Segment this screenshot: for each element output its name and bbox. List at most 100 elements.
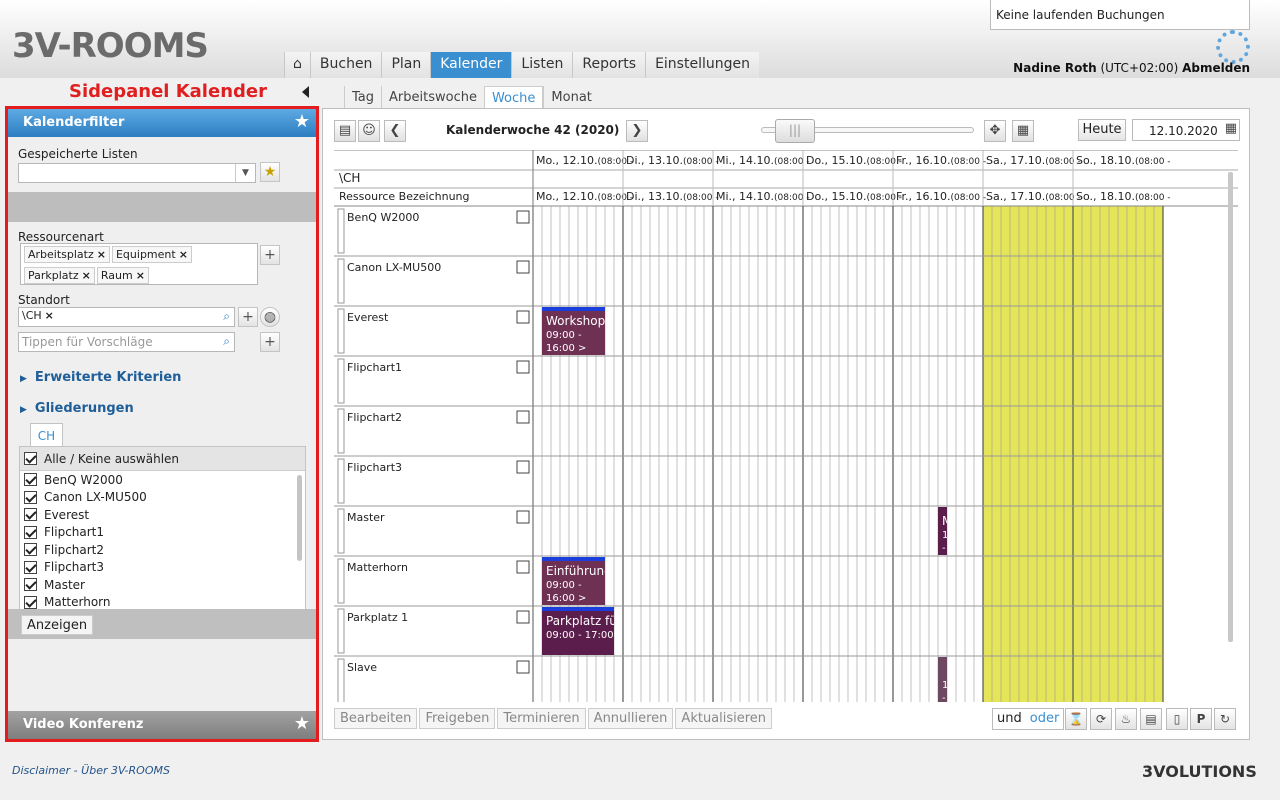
add-location-button[interactable]: + xyxy=(238,307,258,327)
groupings-toggle[interactable]: ▶ Gliederungen xyxy=(20,401,134,416)
save-list-icon[interactable]: ★ xyxy=(260,162,280,182)
list-item-checkbox[interactable] xyxy=(24,473,37,487)
nav-einstellungen[interactable]: Einstellungen xyxy=(645,52,759,78)
saved-lists-select[interactable]: ▼ xyxy=(18,163,256,183)
advanced-criteria-toggle[interactable]: ▶ Erweiterte Kriterien xyxy=(20,370,181,385)
tab-arbeitswoche[interactable]: Arbeitswoche xyxy=(381,86,484,108)
resource-label[interactable]: Parkplatz 1 xyxy=(347,611,408,624)
remove-tag-icon[interactable]: × xyxy=(82,269,91,282)
list-item-checkbox[interactable] xyxy=(24,490,37,504)
terminieren-button[interactable]: Terminieren xyxy=(497,708,586,729)
list-item-checkbox[interactable] xyxy=(24,595,37,609)
or-option[interactable]: oder xyxy=(1026,709,1064,729)
nav-listen[interactable]: Listen xyxy=(511,52,573,78)
list-item[interactable]: Flipchart3 xyxy=(20,559,305,577)
remove-tag-icon[interactable]: × xyxy=(97,248,106,261)
filter-panel-header[interactable]: Kalenderfilter ★ xyxy=(8,109,316,137)
resource-type-tags[interactable]: Arbeitsplatz × Equipment ×Parkplatz × Raum × xyxy=(20,243,258,285)
book-icon[interactable]: ▤ xyxy=(1140,708,1162,730)
resource-label[interactable]: Everest xyxy=(347,311,389,324)
search-icon[interactable]: ⌕ xyxy=(223,334,230,349)
remove-tag-icon[interactable]: × xyxy=(136,269,145,282)
chevron-down-icon[interactable]: ▼ xyxy=(235,164,255,182)
video-panel-header[interactable]: Video Konferenz ★ xyxy=(8,711,316,739)
aktualisieren-button[interactable]: Aktualisieren xyxy=(675,708,773,729)
list-item[interactable]: BenQ W2000 xyxy=(20,471,305,489)
logic-toggle[interactable]: und oder xyxy=(992,708,1065,730)
list-item-checkbox[interactable] xyxy=(24,560,37,574)
list-item-checkbox[interactable] xyxy=(24,578,37,592)
resource-checkbox[interactable] xyxy=(516,610,530,624)
catering-icon[interactable]: ♨ xyxy=(1115,708,1137,730)
date-input[interactable]: 12.10.2020 ▦ xyxy=(1132,119,1240,141)
disclaimer-link[interactable]: Disclaimer xyxy=(12,764,70,777)
resource-label[interactable]: Flipchart3 xyxy=(347,461,402,474)
select-all-row[interactable]: Alle / Keine auswählen xyxy=(20,447,305,471)
about-link[interactable]: Über 3V-ROOMS xyxy=(81,764,170,777)
resource-checkbox[interactable] xyxy=(516,660,530,674)
home-icon[interactable]: ⌂ xyxy=(284,52,310,78)
list-item-checkbox[interactable] xyxy=(24,525,37,539)
tab-tag[interactable]: Tag xyxy=(344,86,381,108)
nav-buchen[interactable]: Buchen xyxy=(309,52,382,78)
app-logo[interactable]: 3V-ROOMS xyxy=(12,26,209,66)
annullieren-button[interactable]: Annullieren xyxy=(587,708,674,729)
list-item-checkbox[interactable] xyxy=(24,508,37,522)
resource-checkbox[interactable] xyxy=(516,360,530,374)
zoom-slider-thumb[interactable]: ||| xyxy=(775,119,815,143)
tab-monat[interactable]: Monat xyxy=(543,86,598,108)
resource-checkbox[interactable] xyxy=(516,210,530,224)
remove-tag-icon[interactable]: × xyxy=(179,248,188,261)
list-item-checkbox[interactable] xyxy=(24,543,37,557)
resource-label[interactable]: Flipchart1 xyxy=(347,361,402,374)
prev-week-icon[interactable]: ❮ xyxy=(384,120,406,142)
select-all-checkbox[interactable] xyxy=(24,452,37,465)
sync-icon[interactable]: ⟳ xyxy=(1090,708,1112,730)
hourglass-icon[interactable]: ⌛ xyxy=(1065,708,1087,730)
search-icon[interactable]: ⌕ xyxy=(223,309,230,324)
calendar-picker-icon[interactable]: ▦ xyxy=(1225,121,1237,136)
nav-reports[interactable]: Reports xyxy=(572,52,646,78)
collapse-arrow-icon[interactable] xyxy=(302,86,309,98)
resource-label[interactable]: Matterhorn xyxy=(347,561,408,574)
parking-icon[interactable]: P xyxy=(1190,708,1212,730)
tab-woche[interactable]: Woche xyxy=(483,86,544,108)
show-button[interactable]: Anzeigen xyxy=(21,615,94,635)
add-resource-type-button[interactable]: + xyxy=(260,245,280,265)
resource-label[interactable]: Slave xyxy=(347,661,377,674)
next-week-icon[interactable]: ❯ xyxy=(626,120,648,142)
resource-checkbox[interactable] xyxy=(516,510,530,524)
calendar-layout-icon[interactable]: ▦ xyxy=(1012,120,1034,142)
tab-ch[interactable]: CH xyxy=(30,423,63,447)
add-suggestion-button[interactable]: + xyxy=(260,332,280,352)
list-scrollbar[interactable] xyxy=(297,475,302,561)
resource-label[interactable]: BenQ W2000 xyxy=(347,211,419,224)
list-item[interactable]: Master xyxy=(20,576,305,594)
list-item[interactable]: Everest xyxy=(20,506,305,524)
freigeben-button[interactable]: Freigeben xyxy=(419,708,496,729)
refresh-icon[interactable]: ↻ xyxy=(1214,708,1236,730)
favorite-star-icon[interactable]: ★ xyxy=(294,113,310,131)
bearbeiten-button[interactable]: Bearbeiten xyxy=(334,708,418,729)
resource-label[interactable]: Flipchart2 xyxy=(347,411,402,424)
list-item[interactable]: Canon LX-MU500 xyxy=(20,489,305,507)
phone-icon[interactable]: ▯ xyxy=(1166,708,1188,730)
person-icon[interactable]: ☺ xyxy=(358,120,380,142)
resource-label[interactable]: Master xyxy=(347,511,385,524)
resource-checkbox[interactable] xyxy=(516,410,530,424)
nav-plan[interactable]: Plan xyxy=(381,52,431,78)
today-button[interactable]: Heute xyxy=(1078,119,1126,141)
list-item[interactable]: Flipchart1 xyxy=(20,524,305,542)
resource-checkbox[interactable] xyxy=(516,260,530,274)
resource-checkbox[interactable] xyxy=(516,310,530,324)
nav-kalender[interactable]: Kalender xyxy=(430,52,512,78)
and-option[interactable]: und xyxy=(993,709,1026,729)
move-icon[interactable]: ✥ xyxy=(984,120,1006,142)
location-input[interactable]: \CH × ⌕ xyxy=(18,307,235,327)
logout-link[interactable]: Abmelden xyxy=(1182,61,1250,75)
book-icon[interactable]: ▤ xyxy=(334,120,356,142)
favorite-star-icon[interactable]: ★ xyxy=(294,715,310,733)
suggest-input[interactable]: Tippen für Vorschläge ⌕ xyxy=(18,332,235,352)
list-item[interactable]: Flipchart2 xyxy=(20,541,305,559)
resource-checkbox[interactable] xyxy=(516,560,530,574)
